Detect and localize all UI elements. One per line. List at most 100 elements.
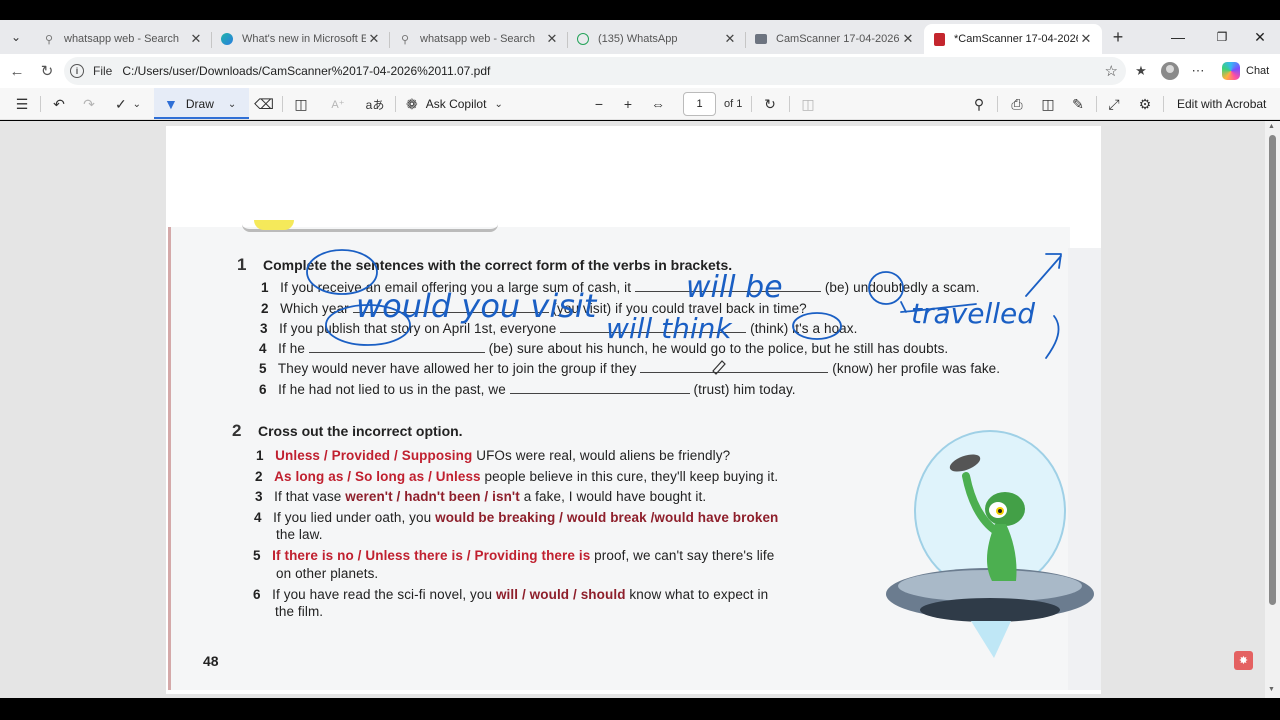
restore-icon: ❐: [1216, 30, 1228, 44]
close-icon[interactable]: ✕: [544, 31, 560, 47]
close-icon[interactable]: ✕: [900, 31, 916, 47]
chat-label: Chat: [1246, 65, 1270, 77]
scan-right-edge: [1068, 248, 1101, 690]
answer-blank: [308, 342, 485, 353]
pdf-toolbar: ☰ ↶ ↷ ✓ ⌄ ▼ Draw ⌄ ⌫ ◫ A⁺ aあ ❁ Ask Copilo…: [0, 88, 1280, 120]
answer-blank: [640, 362, 829, 373]
acrobat-icon: ✸: [1238, 655, 1249, 667]
save-button[interactable]: ◫: [1038, 93, 1058, 115]
sentence-part: undoubtedly a scam.: [853, 280, 980, 295]
contents-button[interactable]: ☰: [12, 93, 32, 115]
highlight-button[interactable]: ✓ ⌄: [110, 93, 146, 115]
erase-button[interactable]: ⌫: [254, 93, 274, 115]
item-number: 6: [259, 382, 267, 397]
toolbar-divider: [395, 96, 396, 112]
two-page-button[interactable]: ◫: [798, 93, 818, 115]
item-number: 1: [261, 280, 269, 295]
toolbar-divider: [282, 96, 283, 112]
read-aloud-button[interactable]: A⁺: [328, 93, 348, 115]
back-button[interactable]: ←: [6, 60, 28, 82]
verb-hint: (trust): [693, 382, 730, 397]
minimize-button[interactable]: —: [1165, 26, 1191, 48]
new-tab-button[interactable]: +: [1107, 26, 1129, 48]
favorites-button[interactable]: ★: [1131, 61, 1151, 81]
tab-whatsapp[interactable]: (135) WhatsApp ✕: [568, 24, 746, 54]
option-choices: As long as / So long as / Unless: [274, 469, 481, 484]
item-number: 1: [256, 448, 264, 463]
sentence-part: if you could travel back in time?: [615, 301, 807, 316]
maximize-button[interactable]: ❐: [1209, 26, 1235, 48]
acrobat-float-button[interactable]: ✸: [1234, 651, 1253, 670]
favorite-star-icon[interactable]: ☆: [1105, 62, 1118, 80]
fit-page-button[interactable]: ⇔: [648, 93, 668, 115]
page-number: 48: [203, 653, 219, 669]
tab-camscanner-active[interactable]: *CamScanner 17-04-2026 11.0 ✕: [924, 24, 1102, 54]
pdf-page: 1 Complete the sentences with the correc…: [166, 126, 1101, 694]
exercise-line: 2 Which year (you visit) if you could tr…: [261, 301, 807, 316]
copilot-icon: ❁: [406, 95, 418, 112]
close-icon[interactable]: ✕: [722, 31, 738, 47]
fullscreen-button[interactable]: ⤢: [1104, 93, 1124, 115]
edit-with-acrobat-button[interactable]: Edit with Acrobat: [1177, 97, 1266, 111]
undo-button[interactable]: ↶: [49, 93, 69, 115]
exercise-line: 4 If you lied under oath, you would be b…: [254, 510, 778, 525]
verb-hint: (you visit): [552, 301, 612, 316]
tab-whatsapp-search-1[interactable]: ⚲ whatsapp web - Search ✕: [34, 24, 212, 54]
verb-hint: (be): [824, 280, 850, 295]
translate-button[interactable]: aあ: [365, 93, 385, 115]
settings-button[interactable]: ⚙: [1135, 93, 1155, 115]
sentence-part: him today.: [733, 382, 796, 397]
tab-edge-whats-new[interactable]: What's new in Microsoft Edge ✕: [212, 24, 390, 54]
expand-icon: ⤢: [1108, 95, 1120, 112]
sentence-part: UFOs were real, would aliens be friendly…: [476, 448, 731, 463]
tab-camscanner[interactable]: CamScanner 17-04-2026 11.0 ✕: [746, 24, 924, 54]
redo-button[interactable]: ↷: [79, 93, 99, 115]
item-number: 5: [253, 548, 261, 563]
redo-icon: ↷: [83, 95, 95, 112]
answer-blank: [509, 383, 690, 394]
close-icon[interactable]: ✕: [366, 31, 382, 47]
arrow-left-icon: ←: [9, 62, 25, 80]
copilot-chat-button[interactable]: Chat: [1222, 61, 1272, 81]
item-number: 3: [255, 489, 263, 504]
more-menu-button[interactable]: ⋯: [1188, 61, 1208, 81]
zoom-out-button[interactable]: −: [589, 93, 609, 115]
save-icon: ◫: [1041, 95, 1055, 112]
highlighter-icon: ✓: [114, 95, 127, 112]
reload-button[interactable]: ↻: [36, 60, 58, 82]
sentence-part: If you lied under oath, you: [273, 510, 432, 525]
sentence-part: If he: [278, 341, 305, 356]
tab-actions-menu[interactable]: ⌄: [4, 26, 28, 48]
zoom-in-button[interactable]: +: [618, 93, 638, 115]
scroll-down-icon[interactable]: ▼: [1268, 686, 1275, 693]
save-as-button[interactable]: ✎: [1068, 93, 1088, 115]
info-icon[interactable]: i: [70, 64, 84, 78]
tab-title: CamScanner 17-04-2026 11.0: [776, 33, 900, 45]
ask-copilot-button[interactable]: ❁ Ask Copilot ⌄: [406, 93, 503, 115]
profile-button[interactable]: [1160, 61, 1180, 81]
tab-title: whatsapp web - Search: [64, 33, 179, 45]
find-button[interactable]: ⚲: [969, 93, 989, 115]
close-icon[interactable]: ✕: [1078, 31, 1094, 47]
page-view-button[interactable]: ◫: [291, 93, 311, 115]
page-number-input[interactable]: 1: [683, 92, 716, 116]
address-url[interactable]: C:/Users/user/Downloads/CamScanner%2017-…: [122, 64, 490, 78]
sentence-part: the film.: [275, 604, 324, 619]
address-bar[interactable]: i File C:/Users/user/Downloads/CamScanne…: [64, 57, 1126, 85]
draw-label: Draw: [185, 97, 214, 111]
close-icon[interactable]: ✕: [188, 31, 204, 47]
sentence-part: If that vase: [274, 489, 342, 504]
tab-whatsapp-search-2[interactable]: ⚲ whatsapp web - Search ✕: [390, 24, 568, 54]
close-window-button[interactable]: ✕: [1247, 26, 1273, 48]
toolbar-divider: [789, 96, 790, 112]
scrollbar-thumb[interactable]: [1269, 135, 1276, 605]
print-button[interactable]: ⎙: [1007, 93, 1027, 115]
toolbar-divider: [997, 96, 998, 112]
option-choices: will / would / should: [495, 587, 626, 602]
vertical-scrollbar[interactable]: ▲ ▼: [1265, 121, 1280, 698]
pdf-icon: [932, 32, 946, 46]
favorites-icon: ★: [1135, 63, 1147, 78]
draw-button[interactable]: ▼ Draw ⌄: [154, 88, 249, 119]
rotate-button[interactable]: ↻: [760, 93, 780, 115]
scroll-up-icon[interactable]: ▲: [1268, 123, 1275, 130]
